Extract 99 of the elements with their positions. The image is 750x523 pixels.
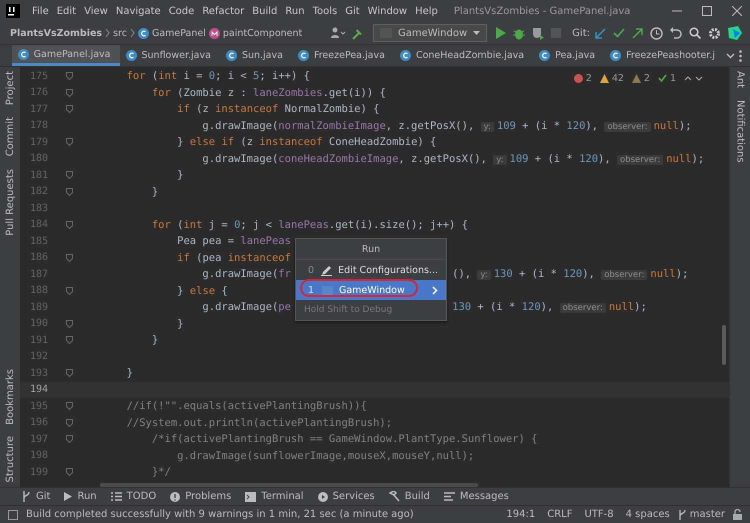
menu-item[interactable]: Navigate: [112, 6, 165, 16]
indent-setting[interactable]: 4 spaces: [626, 509, 670, 520]
line-number: 182: [28, 186, 48, 198]
line-number: 193: [28, 368, 48, 379]
code-line: if (z instanceof NormalZombie) {: [176, 103, 380, 116]
file-encoding[interactable]: UTF-8: [584, 509, 614, 520]
menu-item[interactable]: Git: [341, 6, 364, 16]
menu-item[interactable]: Refactor: [198, 6, 248, 16]
line-number: 187: [28, 268, 48, 280]
line-number: 180: [28, 153, 48, 164]
code-line: }: [150, 186, 158, 198]
git-branch[interactable]: master: [690, 509, 725, 520]
tool-window-button[interactable]: Ant: [734, 71, 746, 88]
code-line: for (int i = 0; i < 5; i++) {: [126, 70, 310, 82]
tool-window-button[interactable]: Notifications: [734, 100, 746, 163]
tool-window-button[interactable]: Commit: [4, 117, 16, 157]
weak-warning-count: 2: [644, 73, 650, 84]
code-line: for (int j = 0; j < lanePeas.get(i).size(); j++) {: [150, 218, 468, 231]
code-line: } else if (z instanceof ConeHeadZombie) {: [176, 136, 436, 148]
method-crumb[interactable]: paintComponent: [222, 28, 302, 38]
file-tab[interactable]: FreezePeashooter.j: [604, 45, 724, 66]
file-tab[interactable]: Pea.java: [533, 45, 604, 66]
menu-item[interactable]: Build: [248, 6, 282, 16]
line-number: 185: [28, 236, 48, 247]
tool-window-tab[interactable]: Services: [318, 491, 375, 502]
ok-count: 1: [670, 73, 676, 84]
menu-item[interactable]: Code: [164, 6, 198, 16]
tool-window-button[interactable]: Project: [4, 71, 16, 106]
code-line: Pea pea = lanePeas: [176, 235, 291, 248]
menu-item[interactable]: File: [28, 6, 53, 16]
caret-position[interactable]: 194:1: [506, 509, 536, 520]
line-number: 190: [28, 318, 48, 330]
line-number: 197: [28, 434, 48, 445]
tool-window-tab[interactable]: Problems: [170, 491, 232, 502]
menu-item[interactable]: Edit: [52, 6, 80, 16]
line-number: 194: [28, 384, 48, 396]
menu-item[interactable]: Run: [281, 6, 309, 16]
file-tab[interactable]: ConeHeadZombie.java: [394, 45, 534, 66]
menu-item[interactable]: Help: [411, 6, 442, 16]
code-line: g.drawImage(coneHeadZombieImage, z.getPosX(), y: 109 + (i * 120), observer: null);: [201, 152, 704, 165]
line-number: 176: [28, 87, 48, 98]
popup-menu-item[interactable]: 0 Edit Configurations...: [296, 260, 446, 280]
folder-crumb[interactable]: src: [113, 28, 127, 38]
tool-window-button[interactable]: Bookmarks: [4, 368, 16, 424]
line-number: 188: [28, 285, 48, 296]
tool-window-tab[interactable]: Run: [64, 491, 97, 502]
code-line: /*if(activePlantingBrush == GameWindow.PlantType.Sunflower) {: [150, 433, 538, 446]
line-number: 183: [28, 202, 48, 214]
line-number: 186: [28, 252, 48, 264]
line-number: 199: [28, 466, 48, 478]
code-line: if (pea instanceof: [176, 252, 291, 264]
line-separator[interactable]: CRLF: [547, 509, 572, 520]
tool-window-tab[interactable]: Build: [388, 491, 430, 502]
tool-window-button[interactable]: Pull Requests: [4, 168, 16, 236]
warning-count: 42: [612, 73, 624, 84]
file-tab[interactable]: Sun.java: [220, 45, 292, 66]
line-number: 184: [28, 219, 48, 230]
line-number: 196: [28, 417, 48, 428]
status-message: Build completed successfully with 9 warnings in 1 min, 21 sec (a minute ago): [26, 509, 414, 520]
code-line: g.drawImage(sunflowerImage,mouseX,mouseY,null);: [176, 450, 474, 462]
code-line: }: [126, 367, 133, 380]
file-tab[interactable]: GamePanel.java: [12, 45, 120, 66]
line-number: 181: [28, 170, 48, 181]
code-line: //if(!"".equals(activePlantingBrush)){: [126, 400, 367, 412]
project-crumb[interactable]: PlantsVsZombies: [10, 28, 102, 38]
code-line: }: [176, 318, 184, 330]
class-crumb[interactable]: GamePanel: [152, 28, 206, 38]
code-line: } else {: [176, 284, 228, 297]
line-number: 175: [28, 70, 48, 82]
tool-window-tab[interactable]: Git: [22, 491, 50, 502]
line-number: 198: [28, 450, 48, 462]
run-config-dropdown[interactable]: GameWindow: [372, 24, 488, 42]
file-tab[interactable]: Sunflower.java: [120, 45, 220, 66]
popup-hint: Hold Shift to Debug: [303, 304, 394, 317]
line-number: 191: [28, 334, 48, 346]
code-line: g.drawImage(normalZombieImage, z.getPosX(), y: 109 + (i * 120), observer: null);: [201, 120, 692, 132]
line-number: 192: [28, 351, 48, 362]
git-label: Git:: [572, 28, 590, 38]
window-title: PlantsVsZombies - GamePanel.java: [454, 6, 630, 16]
line-number: 177: [28, 104, 48, 115]
line-number: 189: [28, 302, 48, 313]
popup-title: Run: [296, 239, 446, 260]
tool-window-button[interactable]: Structure: [4, 436, 16, 483]
menu-item[interactable]: Window: [364, 6, 412, 16]
code-line: }: [150, 334, 158, 346]
tool-window-tab[interactable]: Messages: [444, 491, 509, 502]
tool-window-tab[interactable]: Terminal: [245, 491, 304, 502]
error-count: 2: [586, 73, 592, 84]
code-line: }: [176, 169, 184, 182]
menu-item[interactable]: Tools: [308, 6, 342, 16]
tool-window-tab[interactable]: TODO: [110, 491, 156, 502]
code-line: }*/: [150, 466, 171, 478]
line-number: 195: [28, 400, 48, 412]
code-line: for (Zombie z : laneZombies.get(i)) {: [150, 86, 386, 99]
file-tab[interactable]: FreezePea.java: [292, 45, 394, 66]
code-line: //System.out.println(activePlantingBrush);: [126, 416, 392, 429]
line-number: 179: [28, 136, 48, 148]
line-number: 178: [28, 120, 48, 132]
menu-item[interactable]: View: [80, 6, 112, 16]
